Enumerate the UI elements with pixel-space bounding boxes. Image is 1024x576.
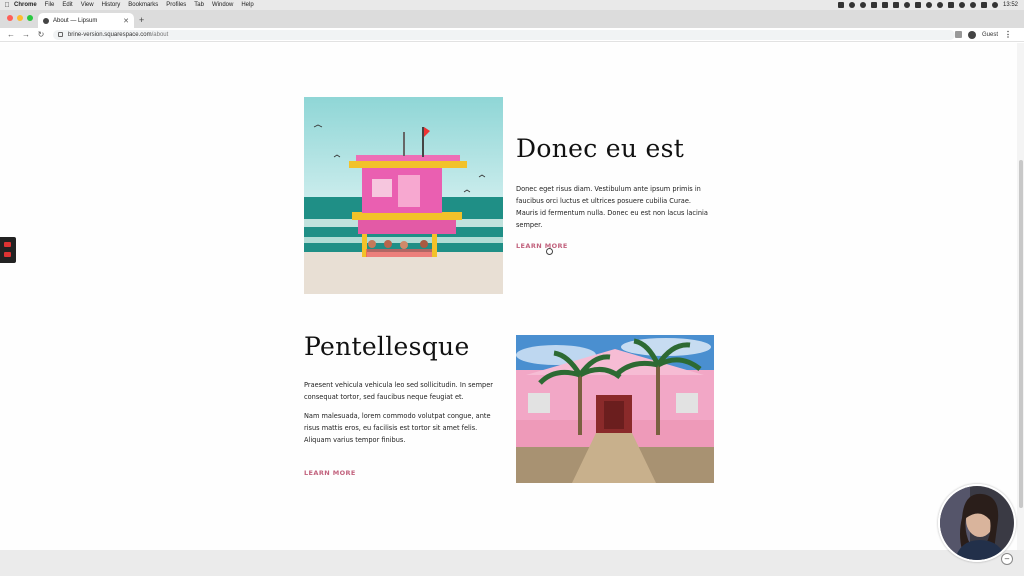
webcam-overlay [938,484,1016,562]
active-tab[interactable]: About — Lipsum ✕ [38,13,134,28]
profile-avatar-icon[interactable] [967,30,976,39]
footer-strip [0,550,1024,576]
menu-window[interactable]: Window [212,2,233,8]
profile-label[interactable]: Guest [982,32,998,38]
clock[interactable]: 13:52 [1003,2,1018,8]
siri-icon[interactable] [991,2,998,8]
display-icon[interactable] [980,2,987,8]
menu-bookmarks[interactable]: Bookmarks [128,2,158,8]
browser-tabstrip: About — Lipsum ✕ + [0,10,1024,28]
tab-title: About — Lipsum [53,17,98,24]
battery-icon[interactable] [914,2,921,8]
bluetooth-icon[interactable] [925,2,932,8]
section1-heading: Donec eu est [516,134,685,163]
menu-help[interactable]: Help [241,2,253,8]
reload-icon[interactable]: ↻ [37,30,45,39]
control-center-icon[interactable] [947,2,954,8]
toolbar-right: Guest ⋮ [954,30,1024,39]
minimize-window-icon[interactable] [17,15,23,21]
macos-menubar:  Chrome File Edit View History Bookmark… [0,0,1024,10]
section2-paragraph-2: Nam malesuada, lorem commodo volutpat co… [304,412,491,444]
section1-learn-more-link[interactable]: LEARN MORE [516,242,568,250]
page-content [0,43,1017,550]
address-bar[interactable]: brine-version.squarespace.com/about [52,29,955,40]
widget-icon-top[interactable] [4,242,11,247]
wifi-icon[interactable] [936,2,943,8]
page-scrollbar[interactable] [1017,43,1024,550]
section2-heading: Pentellesque [304,332,470,361]
section1-paragraph: Donec eget risus diam. Vestibulum ante i… [516,185,708,229]
menu-view[interactable]: View [81,2,94,8]
status-window-icon[interactable] [870,2,877,8]
widget-icon-bottom[interactable] [4,252,11,257]
browser-toolbar: ← → ↻ brine-version.squarespace.com/abou… [0,28,1024,42]
status-icons: 13:52 [837,2,1024,8]
status-grid-icon[interactable] [881,2,888,8]
menu-file[interactable]: File [45,2,55,8]
menu-profiles[interactable]: Profiles [166,2,186,8]
section2-learn-more-link[interactable]: LEARN MORE [304,469,356,477]
status-circle-icon[interactable] [859,2,866,8]
status-menu-icon[interactable] [892,2,899,8]
url-host: brine-version.squarespace.com [67,31,152,38]
status-record-icon[interactable] [848,2,855,8]
pink-house-photo [516,335,714,483]
lock-icon[interactable] [57,32,63,37]
new-tab-icon[interactable]: + [139,15,144,25]
tab-close-icon[interactable]: ✕ [123,17,129,25]
url-path: /about [151,31,169,38]
spotlight-search-icon[interactable] [969,2,976,8]
side-widget[interactable] [0,237,16,263]
user-icon[interactable] [958,2,965,8]
mouse-cursor-icon [546,248,553,255]
menu-tab[interactable]: Tab [194,2,204,8]
scrollbar-thumb[interactable] [1019,160,1023,508]
menu-app-name[interactable]: Chrome [14,2,37,8]
more-menu-icon[interactable]: ⋮ [1004,30,1012,39]
status-app-icon[interactable] [837,2,844,8]
extension-icon[interactable] [954,31,962,38]
squarespace-favicon-icon [43,17,49,24]
menu-edit[interactable]: Edit [62,2,72,8]
lifeguard-tower-photo [304,97,503,294]
close-window-icon[interactable] [7,15,13,21]
forward-arrow-icon[interactable]: → [22,30,30,39]
back-arrow-icon[interactable]: ← [7,30,15,39]
menu-history[interactable]: History [102,2,121,8]
volume-icon[interactable] [903,2,910,8]
section2-paragraph-1: Praesent vehicula vehicula leo sed solli… [304,381,493,401]
maximize-window-icon[interactable] [27,15,33,21]
window-controls [7,15,33,21]
apple-menu-icon[interactable]:  [0,2,14,9]
webcam-minimize-icon[interactable]: – [1001,553,1013,565]
